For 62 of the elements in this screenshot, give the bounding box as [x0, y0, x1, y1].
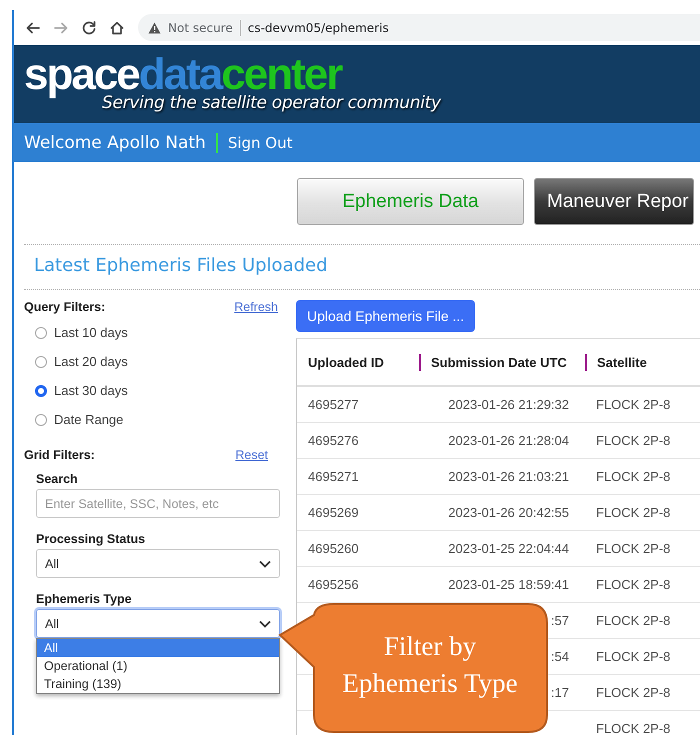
table-cell: :17	[550, 685, 569, 700]
radio-label: Last 30 days	[54, 383, 128, 398]
table-cell: 4695260	[308, 541, 359, 556]
table-cell: 4695276	[308, 433, 359, 448]
table-cell: :57	[550, 613, 569, 628]
page-title: Latest Ephemeris Files Uploaded	[34, 255, 329, 278]
table-cell: FLOCK 2P-8	[596, 649, 670, 664]
column-header[interactable]: Uploaded ID	[308, 354, 384, 370]
table-cell: FLOCK 2P-8	[596, 613, 670, 628]
type-dropdown[interactable]: All	[36, 609, 280, 638]
table-cell: 2023-01-26 21:28:04	[448, 433, 569, 448]
chevron-down-icon	[259, 620, 271, 628]
dropdown-option[interactable]: Training (139)	[37, 675, 279, 693]
warning-icon	[148, 22, 161, 34]
table-cell: FLOCK 2P-8	[596, 721, 670, 735]
security-label: Not secure	[168, 20, 233, 34]
radio-button[interactable]	[35, 384, 47, 396]
section-label: Grid Filters:	[24, 448, 95, 462]
dropdown-option[interactable]: Operational (1)	[37, 657, 279, 675]
field-label: Search	[36, 472, 79, 486]
home-icon[interactable]	[110, 20, 124, 34]
status-dropdown[interactable]: All	[36, 549, 280, 578]
table-cell: FLOCK 2P-8	[596, 577, 670, 592]
table-cell: 2023-01-26 21:29:32	[448, 397, 569, 412]
reset-link[interactable]: Reset	[235, 448, 268, 462]
radio-label: Last 10 days	[54, 325, 128, 340]
field-label: Ephemeris Type	[36, 592, 133, 606]
field-label: Processing Status	[36, 532, 146, 546]
radio-label: Last 20 days	[54, 354, 128, 369]
column-header[interactable]: Satellite	[597, 354, 647, 370]
table-cell: 4695271	[308, 469, 359, 484]
upload-button[interactable]: Upload Ephemeris File ...	[296, 300, 476, 332]
radio-button[interactable]	[35, 414, 47, 426]
chevron-down-icon	[259, 560, 271, 568]
refresh-link[interactable]: Refresh	[234, 300, 278, 314]
table-cell: FLOCK 2P-8	[596, 685, 670, 700]
radio-button[interactable]	[35, 356, 47, 368]
table-cell: 2023-01-25 18:59:41	[448, 577, 569, 592]
table-cell: FLOCK 2P-8	[596, 469, 670, 484]
callout-text: Filter by Ephemeris Type	[341, 630, 519, 700]
table-cell: FLOCK 2P-8	[596, 397, 670, 412]
table-cell: 2023-01-26 20:42:55	[448, 505, 569, 520]
table-cell: FLOCK 2P-8	[596, 541, 670, 556]
sign-out-link[interactable]: Sign Out	[228, 134, 292, 152]
section-label: Query Filters:	[24, 300, 106, 314]
welcome-text: Welcome Apollo Nath	[24, 132, 206, 152]
nav-tab[interactable]: Maneuver Repor	[534, 178, 694, 225]
dropdown-option[interactable]: All	[37, 639, 279, 657]
reload-icon[interactable]	[82, 20, 96, 34]
table-cell: 4695277	[308, 397, 359, 412]
table-cell: FLOCK 2P-8	[596, 505, 670, 520]
back-arrow-icon[interactable]	[26, 20, 40, 34]
table-cell: 4695269	[308, 505, 359, 520]
table-cell: :54	[550, 649, 569, 664]
radio-button[interactable]	[35, 326, 47, 338]
table-cell: 4695256	[308, 577, 359, 592]
table-cell: 2023-01-25 22:04:44	[448, 541, 569, 556]
radio-label: Date Range	[54, 412, 124, 427]
column-header[interactable]: Submission Date UTC	[431, 354, 567, 370]
table-cell: FLOCK 2P-8	[596, 433, 670, 448]
table-cell: 2023-01-26 21:03:21	[448, 469, 569, 484]
address-field[interactable]: cs-devvm05/ephemeris	[248, 20, 389, 34]
